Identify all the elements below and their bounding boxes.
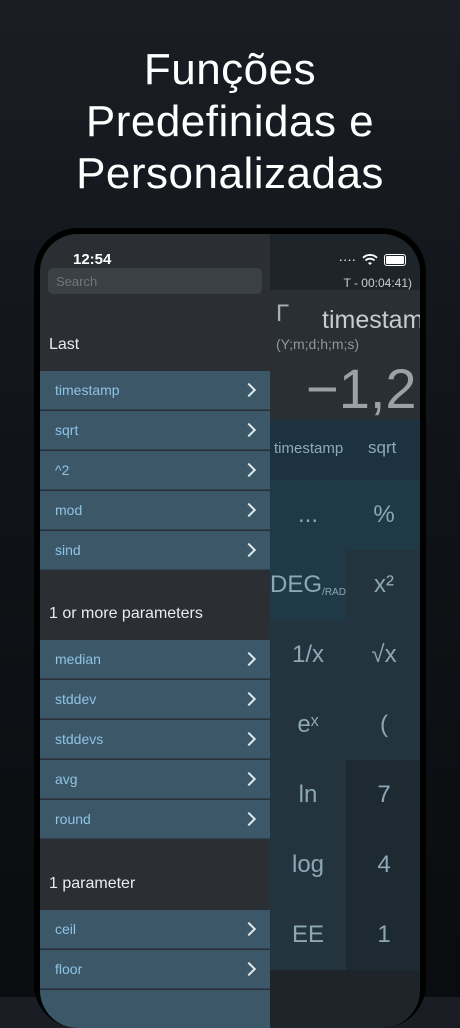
chevron-right-icon <box>241 691 257 707</box>
list-item-partial[interactable] <box>40 990 270 1028</box>
key-reciprocal[interactable]: 1/x <box>270 620 346 690</box>
key-x-squared[interactable]: x² <box>346 550 420 620</box>
headline-line-1: Funções <box>143 45 317 94</box>
list-item-label: avg <box>55 771 78 787</box>
section-title-multi-params: 1 or more parameters <box>49 605 203 622</box>
chevron-right-icon <box>241 422 257 438</box>
calculator-keypad: ... % DEG/RAD x² 1/x √x eˣ ( ln 7 log 4 … <box>270 480 420 1028</box>
key-deg-label: DEG <box>270 571 323 598</box>
list-item-label: median <box>55 651 101 667</box>
key-ellipsis[interactable]: ... <box>270 480 346 550</box>
key-rad-label: /RAD <box>322 586 346 598</box>
list-item-label: ceil <box>55 921 77 937</box>
list-item-label: stddev <box>55 691 97 707</box>
list-item-label: mod <box>55 502 83 518</box>
function-bar: timestamp sqrt <box>270 420 420 480</box>
list-item-avg[interactable]: avg <box>40 760 270 799</box>
headline-line-2: Predefinidas e <box>85 97 375 146</box>
list-item-label: sqrt <box>55 422 79 438</box>
wifi-icon <box>362 253 378 265</box>
chevron-right-icon <box>241 771 257 787</box>
key-ee[interactable]: EE <box>270 900 346 970</box>
list-item-floor[interactable]: floor <box>40 950 270 989</box>
function-bar-timestamp[interactable]: timestamp <box>274 440 343 457</box>
list-item-label: stddevs <box>55 731 104 747</box>
key-ln[interactable]: ln <box>270 760 346 830</box>
key-log[interactable]: log <box>270 830 346 900</box>
list-item-sqrt[interactable]: sqrt <box>40 411 270 450</box>
list-item-stddev[interactable]: stddev <box>40 680 270 719</box>
list-item-label: sind <box>55 542 81 558</box>
calculator-display: Γ timestamp (Y;m;d;h;m;s) −1,2 <box>270 290 420 420</box>
list-item-label: round <box>55 811 91 827</box>
key-seven[interactable]: 7 <box>346 760 420 830</box>
status-icons: ···· <box>339 252 406 267</box>
phone-screen: ···· T - 00:04:41) Γ timestamp (Y;m;d;h;… <box>40 234 420 1028</box>
section-title-last: Last <box>49 336 80 353</box>
list-item-label: ^2 <box>55 462 70 478</box>
chevron-right-icon <box>241 462 257 478</box>
status-time: 12:54 <box>73 251 112 268</box>
chevron-right-icon <box>241 651 257 667</box>
chevron-right-icon <box>241 921 257 937</box>
chevron-right-icon <box>241 731 257 747</box>
chevron-right-icon <box>241 382 257 398</box>
list-item-label: floor <box>55 961 83 977</box>
chevron-right-icon <box>241 961 257 977</box>
list-item-label: timestamp <box>55 382 120 398</box>
function-drawer: 12:54 Last timestamp sqrt ^2 mod sind 1 … <box>40 234 270 1028</box>
list-item-mod[interactable]: mod <box>40 491 270 530</box>
chevron-right-icon <box>241 811 257 827</box>
section-title-one-param: 1 parameter <box>49 875 136 892</box>
battery-icon <box>384 253 406 266</box>
chevron-right-icon <box>241 542 257 558</box>
signal-icon: ···· <box>338 252 356 267</box>
key-exp[interactable]: eˣ <box>270 690 346 760</box>
phone-frame: ···· T - 00:04:41) Γ timestamp (Y;m;d;h;… <box>34 228 426 1028</box>
bracket-symbol: Γ <box>276 300 290 327</box>
list-item-timestamp[interactable]: timestamp <box>40 371 270 410</box>
function-bar-sqrt[interactable]: sqrt <box>368 438 396 458</box>
list-item-square[interactable]: ^2 <box>40 451 270 490</box>
timer-label: T - 00:04:41) <box>343 276 412 290</box>
headline: Funções Predefinidas e Personalizadas <box>0 44 460 200</box>
key-percent[interactable]: % <box>346 480 420 550</box>
list-item-round[interactable]: round <box>40 800 270 839</box>
key-open-paren[interactable]: ( <box>346 690 420 760</box>
headline-line-3: Personalizadas <box>76 149 384 198</box>
list-item-median[interactable]: median <box>40 640 270 679</box>
list-item-ceil[interactable]: ceil <box>40 910 270 949</box>
key-sqrt[interactable]: √x <box>346 620 420 690</box>
list-item-stddevs[interactable]: stddevs <box>40 720 270 759</box>
display-params-hint: (Y;m;d;h;m;s) <box>276 336 360 352</box>
search-input[interactable] <box>48 268 262 294</box>
key-one[interactable]: 1 <box>346 900 420 970</box>
key-deg-rad[interactable]: DEG/RAD <box>270 550 346 620</box>
key-four[interactable]: 4 <box>346 830 420 900</box>
chevron-right-icon <box>241 502 257 518</box>
list-item-sind[interactable]: sind <box>40 531 270 570</box>
display-result: −1,2 <box>306 357 417 420</box>
display-function-name: timestamp <box>322 306 420 334</box>
